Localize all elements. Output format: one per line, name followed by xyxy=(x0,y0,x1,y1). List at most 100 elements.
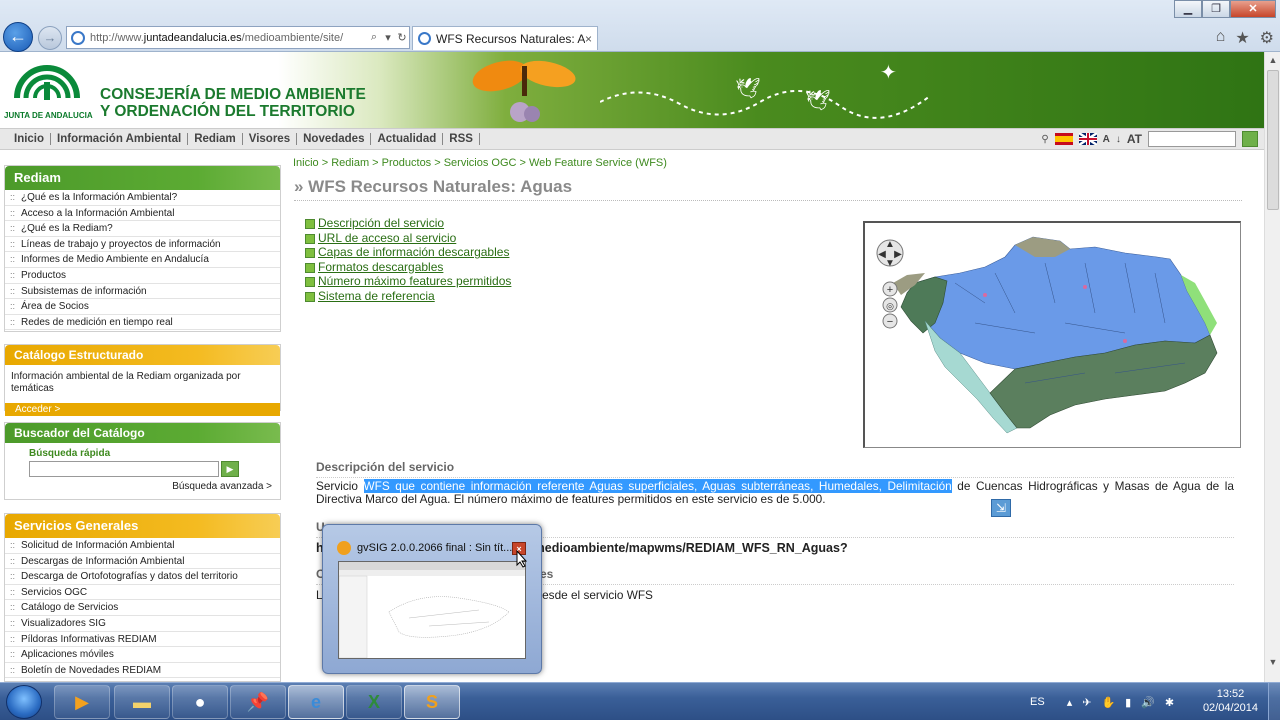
scroll-up-icon[interactable]: ▲ xyxy=(1265,52,1280,68)
font-decrease-button[interactable]: A xyxy=(1103,134,1110,145)
link-descripcion-text[interactable]: Descripción del servicio xyxy=(318,216,444,230)
sidebar-item-ortofotografias[interactable]: Descarga de Ortofotografías y datos del … xyxy=(5,569,280,585)
sidebar-item-catalogo-servicios[interactable]: Catálogo de Servicios xyxy=(5,600,280,616)
desc-selected-text[interactable]: WFS que contiene información referente A… xyxy=(363,479,952,493)
sidebar-item-boletin[interactable]: Boletín de Novedades REDIAM xyxy=(5,663,280,679)
link-capas-text[interactable]: Capas de información descargables xyxy=(318,245,509,259)
show-hidden-icons[interactable]: ▴ xyxy=(1067,696,1073,709)
nav-rediam[interactable]: Rediam xyxy=(188,133,243,145)
refresh-icon[interactable]: ↻ xyxy=(395,31,409,44)
start-button[interactable] xyxy=(6,685,42,719)
sitemap-icon[interactable]: ⚲ xyxy=(1041,134,1048,145)
nav-inicio[interactable]: Inicio xyxy=(8,133,52,145)
sidebar-item-informes[interactable]: Informes de Medio Ambiente en Andalucía xyxy=(5,252,280,268)
search-icon[interactable]: ⌕ xyxy=(367,31,381,44)
taskbar-pin-app[interactable]: 📌 xyxy=(230,685,286,719)
forward-button[interactable]: → xyxy=(38,26,62,50)
show-desktop-button[interactable] xyxy=(1268,683,1280,720)
favorites-star-icon[interactable]: ★ xyxy=(1235,28,1249,48)
sidebar-item-pildoras[interactable]: Píldoras Informativas REDIAM xyxy=(5,632,280,648)
scroll-down-icon[interactable]: ▼ xyxy=(1265,654,1280,670)
address-bar[interactable]: http://www.juntadeandalucia.es/medioambi… xyxy=(66,26,410,49)
security-icon[interactable]: ✋ xyxy=(1101,696,1115,709)
org-line-1: CONSEJERÍA DE MEDIO AMBIENTE xyxy=(100,86,366,103)
catalogo-description: Información ambiental de la Rediam organ… xyxy=(11,371,241,394)
site-search-input[interactable] xyxy=(1148,131,1236,147)
uk-flag-icon[interactable] xyxy=(1078,133,1097,145)
home-icon[interactable]: ⌂ xyxy=(1216,28,1226,48)
sidebar-item-aplicaciones[interactable]: Aplicaciones móviles xyxy=(5,647,280,663)
nav-rss[interactable]: RSS xyxy=(443,133,480,145)
sidebar-item-lineas-trabajo[interactable]: Líneas de trabajo y proyectos de informa… xyxy=(5,237,280,253)
link-numero-maximo[interactable]: Número máximo features permitidos xyxy=(305,274,511,289)
taskbar-internet-explorer[interactable]: e xyxy=(288,685,344,719)
sidebar-item-descargas[interactable]: Descargas de Información Ambiental xyxy=(5,554,280,570)
link-url-acceso-text[interactable]: URL de acceso al servicio xyxy=(318,231,456,245)
nav-informacion-ambiental[interactable]: Información Ambiental xyxy=(51,133,189,145)
link-url-acceso[interactable]: URL de acceso al servicio xyxy=(305,231,511,246)
sidebar-item-redes-medicion[interactable]: Redes de medición en tiempo real xyxy=(5,315,280,331)
gear-icon[interactable]: ⚙ xyxy=(1260,28,1274,48)
busqueda-rapida-input[interactable] xyxy=(29,461,219,477)
nav-tools: ⚲ A ↓ AT xyxy=(1041,131,1258,147)
close-window-button[interactable]: ✕ xyxy=(1230,0,1276,18)
vertical-scrollbar[interactable]: ▲ ▼ xyxy=(1264,52,1280,682)
taskbar-thumbnail-preview[interactable]: gvSIG 2.0.0.2066 final : Sin tít... × xyxy=(322,524,542,674)
sidebar-item-visualizadores[interactable]: Visualizadores SIG xyxy=(5,616,280,632)
font-down-icon[interactable]: ↓ xyxy=(1116,134,1121,145)
sidebar-item-productos[interactable]: Productos xyxy=(5,268,280,284)
link-sistema-referencia[interactable]: Sistema de referencia xyxy=(305,289,511,304)
site-search-button[interactable] xyxy=(1242,131,1258,147)
volume-icon[interactable]: 🔊 xyxy=(1141,696,1155,709)
back-button[interactable]: ← xyxy=(3,22,33,52)
sidebar-item-que-es-rediam[interactable]: ¿Qué es la Rediam? xyxy=(5,221,280,237)
map-navigation: ▲ ▼ ◀ ▶ + ◎ − xyxy=(875,231,909,334)
dropdown-icon[interactable]: ▾ xyxy=(381,31,395,44)
nav-actualidad[interactable]: Actualidad xyxy=(371,133,444,145)
taskbar-gvsig[interactable]: S xyxy=(404,685,460,719)
tab-close-icon[interactable]: × xyxy=(585,32,592,46)
sidebar-item-que-es-informacion[interactable]: ¿Qué es la Información Ambiental? xyxy=(5,190,280,206)
link-sistema-referencia-text[interactable]: Sistema de referencia xyxy=(318,289,435,303)
sidebar-item-acceso-informacion[interactable]: Acceso a la Información Ambiental xyxy=(5,206,280,222)
nav-visores[interactable]: Visores xyxy=(243,133,298,145)
thumbnail-image[interactable] xyxy=(338,561,526,659)
browser-tools: ⌂ ★ ⚙ xyxy=(1216,28,1274,48)
breadcrumb[interactable]: Inicio > Rediam > Productos > Servicios … xyxy=(293,157,667,169)
main-nav: Inicio Información Ambiental Rediam Viso… xyxy=(0,128,1264,150)
spanish-flag-icon[interactable] xyxy=(1054,133,1073,145)
tray-app-icon[interactable]: ✱ xyxy=(1165,696,1174,709)
taskbar-explorer[interactable]: ▬ xyxy=(114,685,170,719)
page-title: » WFS Recursos Naturales: Aguas xyxy=(294,177,1242,201)
maximize-button[interactable]: ❐ xyxy=(1202,0,1230,18)
tab-active[interactable]: WFS Recursos Naturales: A... × xyxy=(412,26,598,50)
resize-icon[interactable]: ⇲ xyxy=(991,499,1011,517)
link-formatos-text[interactable]: Formatos descargables xyxy=(318,260,443,274)
catalogo-acceder-link[interactable]: Acceder > xyxy=(5,403,280,416)
sidebar-item-area-socios[interactable]: Área de Socios xyxy=(5,299,280,315)
busqueda-avanzada-link[interactable]: Búsqueda avanzada > xyxy=(5,477,280,496)
busqueda-go-button[interactable]: ▶ xyxy=(221,461,239,477)
font-increase-button[interactable]: AT xyxy=(1127,132,1142,146)
link-formatos[interactable]: Formatos descargables xyxy=(305,260,511,275)
language-indicator[interactable]: ES xyxy=(1030,696,1045,708)
scroll-thumb[interactable] xyxy=(1267,70,1279,210)
address-url[interactable]: http://www.juntadeandalucia.es/medioambi… xyxy=(90,32,367,44)
link-capas[interactable]: Capas de información descargables xyxy=(305,245,511,260)
desc-prefix: Servicio xyxy=(316,479,364,493)
network-tool-icon[interactable]: ✈ xyxy=(1082,696,1091,709)
signal-icon[interactable]: ▮ xyxy=(1125,696,1131,709)
taskbar-excel[interactable]: X xyxy=(346,685,402,719)
taskbar-media-player[interactable]: ▶ xyxy=(54,685,110,719)
link-descripcion[interactable]: Descripción del servicio xyxy=(305,216,511,231)
map-viewer[interactable]: ▲ ▼ ◀ ▶ + ◎ − xyxy=(863,221,1241,448)
clock[interactable]: 13:52 02/04/2014 xyxy=(1203,687,1258,715)
sidebar-item-solicitud[interactable]: Solicitud de Información Ambiental xyxy=(5,538,280,554)
minimize-button[interactable]: ▁ xyxy=(1174,0,1202,18)
taskbar-user-app[interactable]: ● xyxy=(172,685,228,719)
nav-novedades[interactable]: Novedades xyxy=(297,133,372,145)
link-numero-maximo-text[interactable]: Número máximo features permitidos xyxy=(318,274,511,288)
sidebar-item-servicios-ogc[interactable]: Servicios OGC xyxy=(5,585,280,601)
sidebar-item-subsistemas[interactable]: Subsistemas de información xyxy=(5,284,280,300)
junta-logo[interactable]: JUNTA DE ANDALUCIA xyxy=(4,56,93,124)
